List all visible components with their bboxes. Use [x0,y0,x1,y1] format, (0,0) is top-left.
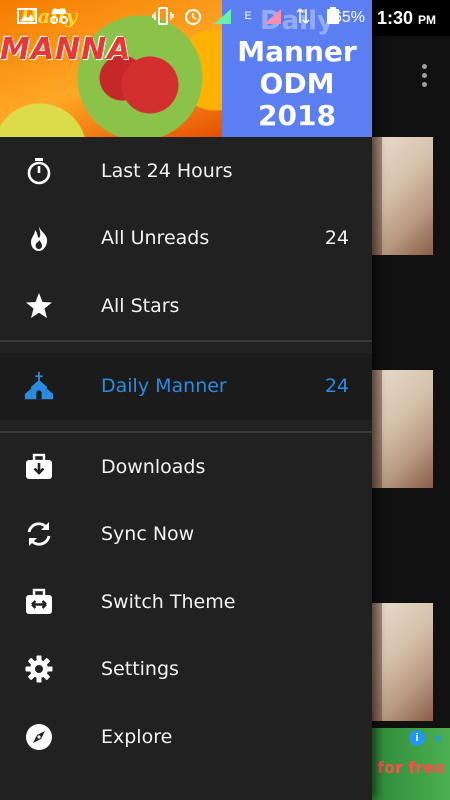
feed-item-daily-manner[interactable]: Daily Manner 24 [0,352,372,420]
menu-item-label: Downloads [101,455,206,478]
signal-icon [212,7,234,25]
unread-count: 24 [324,227,349,250]
download-briefcase-icon [24,452,54,482]
church-icon [24,371,54,401]
title-line-1: Manner [237,35,357,68]
menu-item-all-unreads[interactable]: All Unreads 24 [0,205,372,273]
menu-item-all-stars[interactable]: All Stars [0,272,372,340]
feed-label: Daily Manner [101,375,227,398]
menu-item-explore[interactable]: Explore [0,703,372,771]
gear-icon [24,654,54,684]
network-type-label: E [244,10,252,22]
menu-item-label: All Unreads [101,227,210,250]
drawer-menu: Last 24 Hours All Unreads 24 All Stars D… [0,137,372,771]
battery-percent: 65% [333,9,366,26]
article-thumbnail[interactable] [372,603,433,721]
compass-icon [24,722,54,752]
menu-item-label: Last 24 Hours [101,159,233,182]
menu-item-label: Switch Theme [101,590,236,613]
menu-item-last-24-hours[interactable]: Last 24 Hours [0,137,372,205]
flame-icon [24,223,54,253]
alarm-icon [182,7,204,25]
ad-info-icon[interactable]: i [409,730,425,746]
menu-item-switch-theme[interactable]: Switch Theme [0,568,372,636]
menu-item-settings[interactable]: Settings [0,636,372,704]
star-icon [24,291,54,321]
title-line-3: 2018 [258,99,336,132]
stopwatch-icon [24,156,54,186]
ad-banner[interactable]: i × for free [372,728,450,800]
clock: 1:30 PM [377,8,437,28]
switch-theme-icon [24,587,54,617]
menu-item-sync-now[interactable]: Sync Now [0,501,372,569]
navigation-drawer: Daily MANNA Daily Manner ODM 2018 Last 2… [0,0,372,800]
signal-icon-2 [262,7,284,25]
title-line-2: ODM [259,67,335,100]
incognito-notification-icon [48,8,70,26]
menu-item-label: Settings [101,658,179,681]
ad-text: for free [377,758,445,777]
status-bar: E 65% 1:30 PM [0,0,450,36]
menu-item-label: Sync Now [101,523,195,546]
feed-unread-count: 24 [324,375,349,398]
menu-item-downloads[interactable]: Downloads [0,433,372,501]
data-transfer-icon [292,7,314,25]
overflow-menu-icon[interactable] [422,64,428,91]
sync-icon [24,519,54,549]
article-thumbnail[interactable] [372,137,433,255]
gallery-notification-icon [16,8,38,26]
artwork-text-manna: MANNA [0,32,132,67]
menu-item-label: All Stars [101,294,180,317]
ad-close-icon[interactable]: × [430,730,446,746]
menu-item-label: Explore [101,725,173,748]
article-thumbnail[interactable] [372,370,433,488]
vibrate-icon [152,7,174,25]
